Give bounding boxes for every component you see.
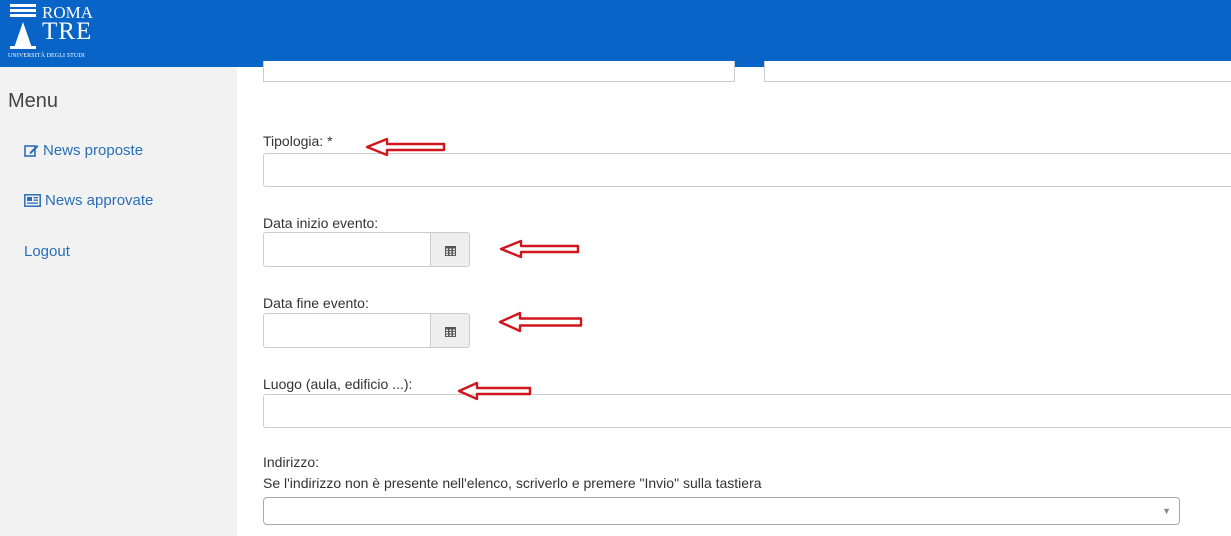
indirizzo-select[interactable]: ▼ [263,497,1180,525]
data-inizio-calendar-button[interactable] [430,232,470,267]
previous-field-left-input[interactable] [263,61,735,82]
data-fine-calendar-button[interactable] [430,313,470,348]
sidebar-item-label: Logout [24,243,70,260]
indirizzo-label: Indirizzo: [263,454,320,470]
previous-field-right-input[interactable] [764,61,1231,82]
sidebar-item-news-approvate[interactable]: News approvate [24,192,153,211]
tipologia-input[interactable] [263,153,1231,187]
red-arrow-icon [365,137,446,157]
data-inizio-input[interactable] [263,232,431,267]
luogo-input[interactable] [263,394,1231,428]
logo-emblem-icon [10,4,36,49]
data-fine-input[interactable] [263,313,431,348]
sidebar: Menu News proposte News approvate Logout [0,67,237,536]
red-arrow-icon [498,311,583,333]
data-inizio-date-picker [263,232,470,267]
news-form: Tipologia: * Data inizio evento: Data fi… [237,61,1231,536]
menu-title: Menu [8,90,59,112]
data-fine-date-picker [263,313,470,348]
top-header-bar: ROMA TRE UNIVERSITÀ DEGLI STUDI [0,0,1231,67]
calendar-icon [445,246,456,256]
red-arrow-icon [457,381,532,401]
edit-icon [24,143,39,161]
chevron-down-icon: ▼ [1162,506,1171,516]
roma-tre-logo[interactable]: ROMA TRE UNIVERSITÀ DEGLI STUDI [8,2,126,62]
red-arrow-icon [499,239,580,259]
sidebar-item-news-proposte[interactable]: News proposte [24,142,143,161]
sidebar-item-logout[interactable]: Logout [24,243,70,260]
data-inizio-label: Data inizio evento: [263,215,379,231]
luogo-label: Luogo (aula, edificio ...): [263,376,413,392]
newspaper-icon [24,194,41,211]
calendar-icon [445,327,456,337]
sidebar-item-label: News approvate [45,192,154,209]
indirizzo-hint: Se l'indirizzo non è presente nell'elenc… [263,475,762,491]
sidebar-item-label: News proposte [43,142,144,159]
logo-text-university: UNIVERSITÀ DEGLI STUDI [8,53,85,59]
logo-text-tre: TRE [42,18,93,45]
tipologia-label: Tipologia: * [263,133,333,149]
data-fine-label: Data fine evento: [263,295,369,311]
